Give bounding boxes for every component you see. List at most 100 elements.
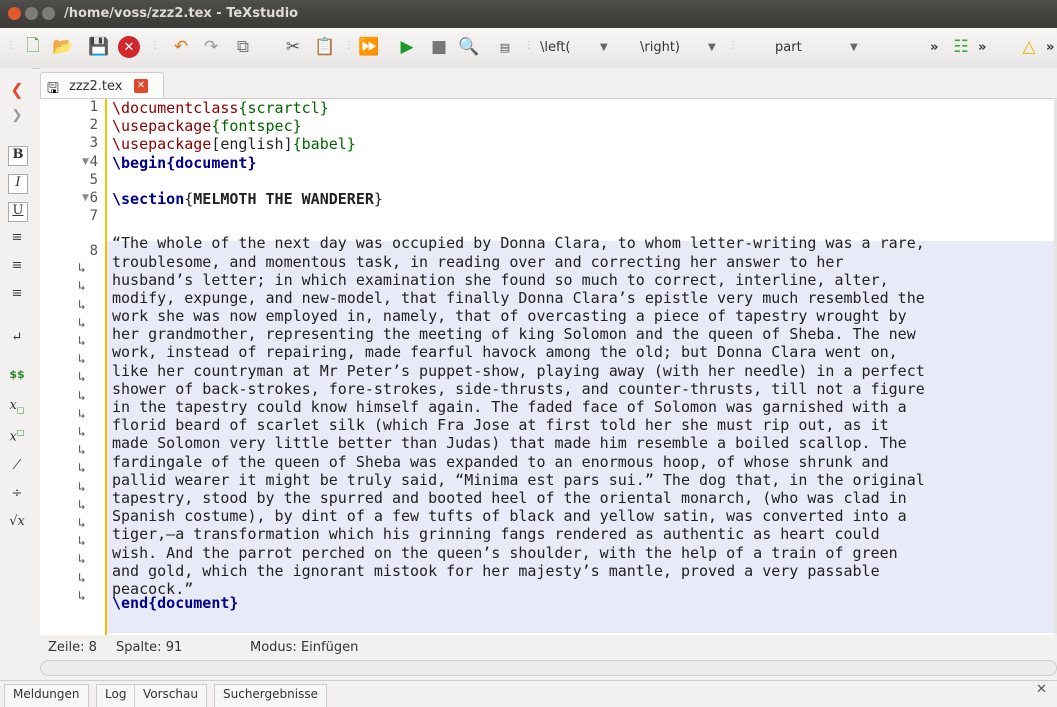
paragraph-line: pallid wearer it might be truly said, “M… bbox=[112, 470, 925, 489]
undo-icon[interactable]: ↶ bbox=[170, 36, 192, 58]
status-mode: Modus: Einfügen bbox=[250, 640, 359, 655]
close-file-icon[interactable]: ✕ bbox=[118, 36, 140, 58]
table-icon[interactable]: ☷ bbox=[950, 36, 972, 58]
code-line-2: \usepackage{fontspec} bbox=[112, 117, 1052, 135]
sqrt-icon[interactable]: √x bbox=[8, 514, 26, 532]
right-delimiter-select[interactable]: \right) bbox=[640, 40, 680, 55]
left-delimiter-select[interactable]: \left( bbox=[540, 40, 571, 55]
align-right-icon[interactable]: ≡ bbox=[8, 286, 26, 304]
toolbar-overflow-button[interactable]: » bbox=[978, 40, 986, 55]
status-line: Zeile: 8 bbox=[48, 640, 97, 655]
paste-icon[interactable]: 📋 bbox=[314, 36, 336, 58]
chevron-down-icon[interactable]: ▼ bbox=[600, 42, 608, 53]
wrap-arrow-icon: ↳ bbox=[78, 461, 86, 477]
superscript-icon[interactable]: x□ bbox=[8, 428, 26, 446]
save-file-icon[interactable]: 💾 bbox=[88, 36, 110, 58]
toolbar-overflow-button[interactable]: » bbox=[1046, 40, 1054, 55]
view-pdf-icon[interactable]: 🔍 bbox=[458, 36, 480, 58]
line-number: 7 bbox=[89, 208, 98, 224]
paragraph-line: and gold, which the ignorant mistook for… bbox=[112, 561, 880, 580]
build-and-view-icon[interactable]: ⏩ bbox=[358, 36, 380, 58]
structure-select[interactable]: part bbox=[775, 40, 802, 55]
subscript-icon[interactable]: x□ bbox=[8, 398, 26, 416]
tab-vorschau[interactable]: Vorschau bbox=[134, 684, 207, 707]
latex-argument: {fontspec} bbox=[211, 117, 302, 136]
tab-zzz2[interactable]: 🖫 zzz2.tex ✕ bbox=[40, 72, 164, 99]
wrap-arrow-icon: ↳ bbox=[78, 570, 86, 586]
latex-argument: {scrartcl} bbox=[238, 99, 329, 117]
align-center-icon[interactable]: ≡ bbox=[8, 258, 26, 276]
line-number: 2 bbox=[89, 117, 98, 133]
fraction-icon[interactable]: ⁄ bbox=[8, 458, 26, 476]
line-number: 8 bbox=[89, 243, 98, 259]
horizontal-scrollbar[interactable] bbox=[40, 660, 1057, 676]
latex-command: \usepackage bbox=[112, 135, 212, 154]
toolbar-grip-icon[interactable]: ⋮ bbox=[6, 40, 16, 56]
paragraph-line: like her countryman at Mr Peter’s puppet… bbox=[112, 361, 925, 380]
toolbar-overflow-button[interactable]: » bbox=[930, 40, 938, 55]
cut-icon[interactable]: ✂ bbox=[282, 36, 304, 58]
close-icon[interactable]: ✕ bbox=[1036, 682, 1047, 697]
code-line-6: \section{MELMOTH THE WANDERER} bbox=[112, 190, 1052, 208]
status-column: Spalte: 91 bbox=[116, 640, 183, 655]
code-line-8: “The whole of the next day was occupied … bbox=[112, 234, 1052, 598]
open-file-icon[interactable]: 📂 bbox=[52, 36, 74, 58]
title-bar: /home/voss/zzz2.tex - TeXstudio bbox=[0, 0, 1057, 28]
window-title: /home/voss/zzz2.tex - TeXstudio bbox=[64, 6, 299, 21]
toolbar-grip-icon: ⋮ bbox=[344, 40, 354, 51]
tab-suchergebnisse[interactable]: Suchergebnisse bbox=[214, 684, 327, 707]
italic-icon[interactable]: I bbox=[8, 174, 28, 194]
chevron-down-icon[interactable]: ▼ bbox=[850, 42, 858, 53]
warning-icon[interactable]: △ bbox=[1018, 36, 1040, 58]
wrap-arrow-icon: ↳ bbox=[78, 261, 86, 277]
wrap-arrow-icon: ↳ bbox=[78, 279, 86, 295]
bold-icon[interactable]: B bbox=[8, 146, 28, 166]
status-bar: Zeile: 8 Spalte: 91 Modus: Einfügen bbox=[40, 637, 1057, 659]
copy-icon[interactable]: ⧉ bbox=[232, 36, 254, 58]
toolbar-grip-icon: ⋮ bbox=[728, 40, 738, 51]
code-lines[interactable]: \documentclass{scrartcl} \usepackage{fon… bbox=[112, 99, 1052, 612]
paragraph-line: troublesome, and momentous task, in read… bbox=[112, 252, 844, 271]
close-window-button[interactable] bbox=[8, 7, 21, 20]
expand-panel-icon[interactable]: ❯ bbox=[8, 108, 26, 126]
chevron-down-icon[interactable]: ▼ bbox=[708, 42, 716, 53]
math-mode-icon[interactable]: $$ bbox=[8, 368, 26, 386]
new-file-icon[interactable]: 🗋 bbox=[22, 36, 44, 58]
paragraph-line: work she was now employed in, namely, th… bbox=[112, 307, 907, 326]
collapse-panel-icon[interactable]: ❮ bbox=[8, 80, 26, 99]
code-editor[interactable]: 1 2 3 4 ▼ 5 6 ▼ 7 8 ↳ ↳ ↳ ↳ ↳ ↳ ↳ ↳ ↳ ↳ ↳ ↳ ↳ ↳ ↳ ↳ ↳ ↳ ↳ … bbox=[40, 98, 1054, 635]
paragraph-line: Spanish costume), by dint of a few tufts… bbox=[112, 507, 907, 526]
latex-option: [english] bbox=[211, 135, 293, 154]
code-line-1: \documentclass{scrartcl} bbox=[112, 99, 1052, 117]
newline-icon[interactable]: ↵ bbox=[8, 330, 26, 348]
tab-log[interactable]: Log bbox=[96, 684, 136, 707]
wrap-arrow-icon: ↳ bbox=[78, 297, 86, 313]
fold-chevron-icon[interactable]: ▼ bbox=[82, 157, 89, 167]
compile-icon[interactable]: ▶ bbox=[396, 36, 418, 58]
close-icon[interactable]: ✕ bbox=[134, 79, 148, 93]
tab-label: zzz2.tex bbox=[69, 79, 123, 94]
modified-line-bar bbox=[105, 99, 107, 635]
wrap-arrow-icon: ↳ bbox=[78, 370, 86, 386]
align-left-icon[interactable]: ≡ bbox=[8, 230, 26, 248]
fold-chevron-icon[interactable]: ▼ bbox=[82, 193, 89, 203]
latex-argument: {babel} bbox=[292, 135, 356, 154]
latex-command: \begin bbox=[112, 153, 167, 172]
stop-compile-icon[interactable]: ■ bbox=[428, 36, 450, 58]
dfrac-icon[interactable]: ÷ bbox=[8, 486, 26, 504]
tab-meldungen[interactable]: Meldungen bbox=[4, 684, 89, 707]
line-number-gutter: 1 2 3 4 ▼ 5 6 ▼ 7 8 bbox=[40, 99, 102, 635]
side-panel: ❮ ❯ B I U ≡ ≡ ≡ ↵ $$ x□ x□ ⁄ ÷ √x bbox=[0, 68, 32, 668]
wrap-arrow-icon: ↳ bbox=[78, 534, 86, 550]
wrap-arrow-icon: ↳ bbox=[78, 334, 86, 349]
main-toolbar: ⋮ 🗋 📂 💾 ✕ ⋮ ↶ ↷ ⧉ ✂ 📋 ⋮ ⏩ ▶ ■ 🔍 ▤ ⋮ \lef… bbox=[0, 28, 1057, 69]
wrap-arrow-icon: ↳ bbox=[78, 352, 86, 368]
latex-argument: {document} bbox=[166, 153, 257, 172]
view-log-icon[interactable]: ▤ bbox=[494, 36, 516, 58]
redo-icon[interactable]: ↷ bbox=[200, 36, 222, 58]
minimize-window-button[interactable] bbox=[25, 7, 38, 20]
brace: } bbox=[373, 189, 383, 208]
maximize-window-button[interactable] bbox=[42, 7, 55, 20]
underline-icon[interactable]: U bbox=[8, 202, 28, 222]
